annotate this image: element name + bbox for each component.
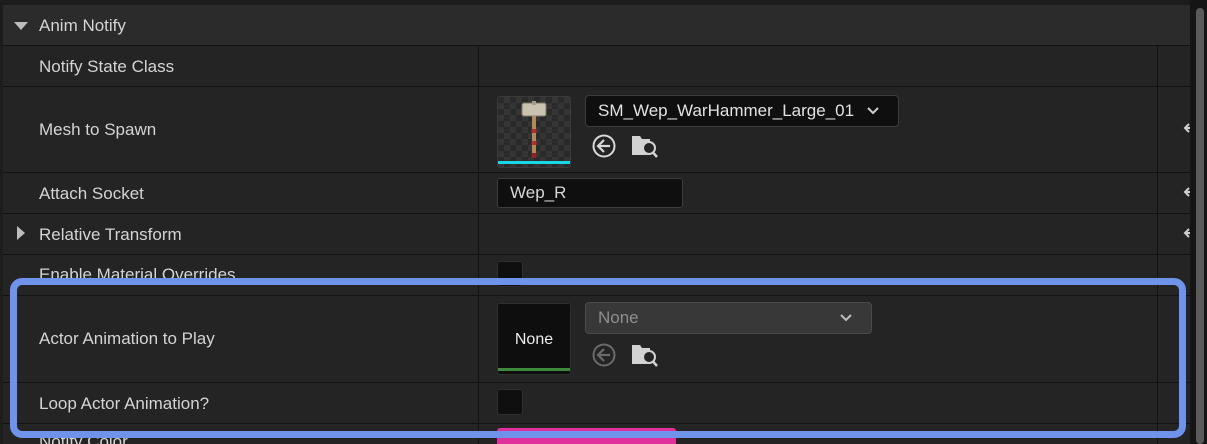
chevron-down-icon [840, 314, 852, 322]
mesh-asset-combo[interactable]: SM_Wep_WarHammer_Large_01 [585, 95, 899, 127]
scrollbar-thumb[interactable] [1196, 8, 1204, 444]
row-loop-actor-animation: Loop Actor Animation? [3, 383, 1190, 424]
loop-actor-animation-checkbox[interactable] [497, 389, 523, 415]
asset-type-bar [498, 368, 570, 371]
collapse-triangle-icon[interactable] [14, 22, 28, 30]
notify-color-swatch[interactable] [497, 428, 676, 444]
find-in-browser-icon[interactable] [631, 133, 659, 159]
browse-arrow-icon[interactable] [591, 342, 617, 368]
property-label: Attach Socket [39, 184, 144, 203]
section-header-anim-notify[interactable]: Anim Notify [3, 5, 1190, 46]
asset-type-bar [498, 161, 570, 164]
thumbnail-none-text: None [514, 331, 554, 348]
property-label: Relative Transform [39, 225, 182, 244]
mesh-thumbnail[interactable] [497, 96, 571, 168]
combo-value: SM_Wep_WarHammer_Large_01 [598, 101, 855, 120]
combo-value: None [598, 308, 639, 327]
row-relative-transform[interactable]: Relative Transform [3, 214, 1190, 255]
animation-thumbnail[interactable]: None [497, 303, 571, 375]
property-label: Loop Actor Animation? [39, 394, 210, 413]
section-title: Anim Notify [39, 16, 126, 35]
warhammer-icon [521, 101, 547, 158]
attach-socket-input[interactable]: Wep_R [497, 178, 683, 208]
enable-material-overrides-checkbox[interactable] [497, 261, 523, 287]
row-notify-state-class: Notify State Class [3, 46, 1190, 87]
browse-arrow-icon[interactable] [591, 133, 617, 159]
property-label: Actor Animation to Play [39, 329, 215, 348]
chevron-down-icon [867, 107, 879, 115]
row-enable-material-overrides: Enable Material Overrides [3, 255, 1190, 296]
find-in-browser-icon[interactable] [631, 342, 659, 368]
property-label: Mesh to Spawn [39, 120, 157, 139]
details-panel: Anim Notify Notify State Class Mesh to S… [0, 0, 1207, 444]
property-label: Notify State Class [39, 57, 175, 76]
expand-triangle-icon[interactable] [17, 226, 25, 240]
animation-asset-combo[interactable]: None [585, 302, 872, 334]
property-label: Enable Material Overrides [39, 265, 236, 284]
property-label: Notify Color [39, 432, 128, 444]
